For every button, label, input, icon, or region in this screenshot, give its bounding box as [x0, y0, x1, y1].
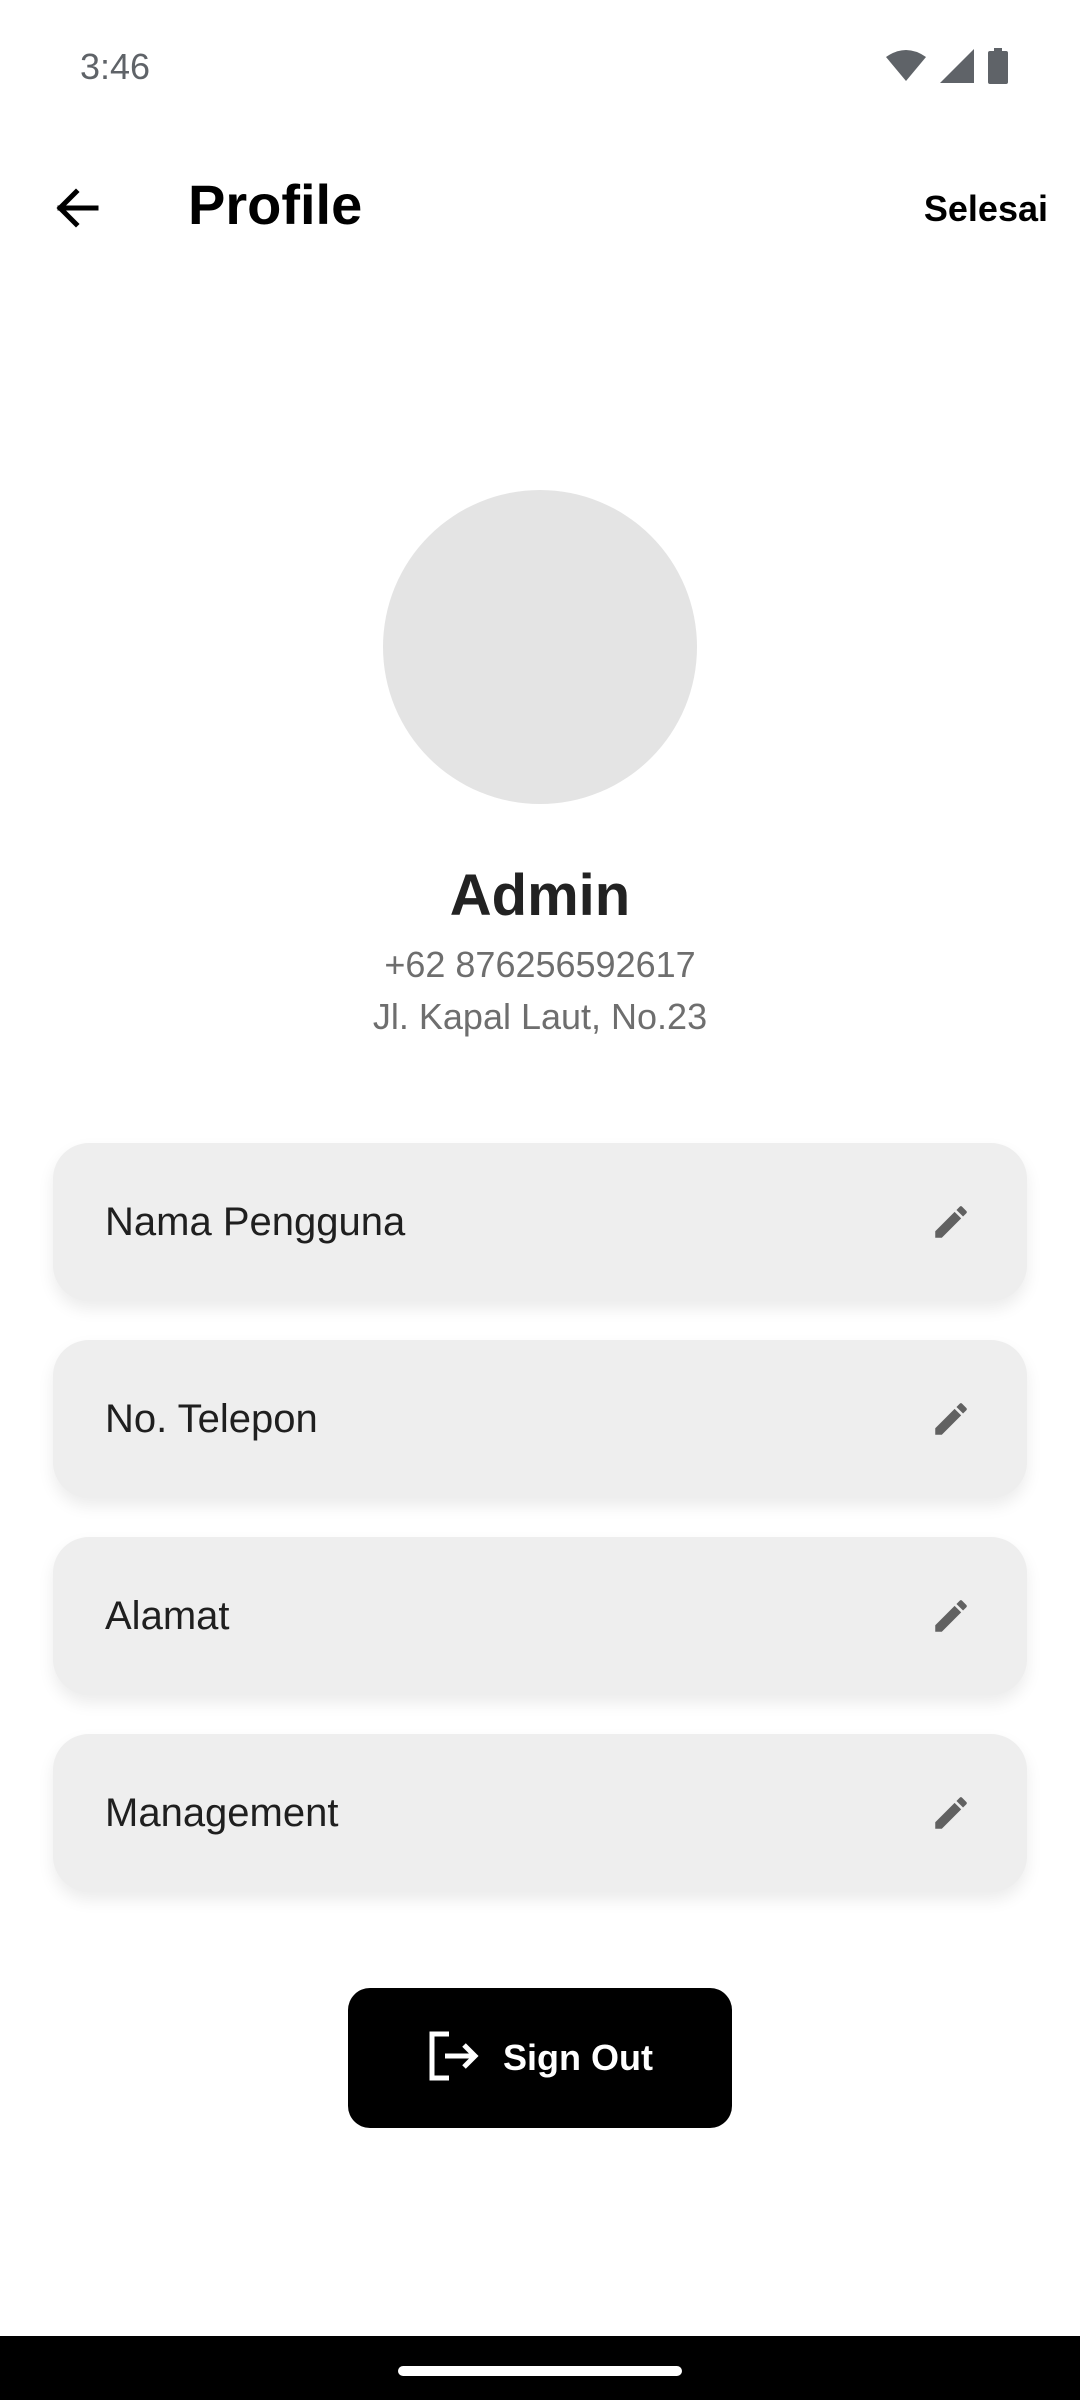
- battery-icon: [988, 48, 1008, 84]
- pencil-icon[interactable]: [927, 1395, 975, 1443]
- sign-out-button[interactable]: Sign Out: [348, 1988, 732, 2128]
- done-button[interactable]: Selesai: [924, 188, 1048, 230]
- field-card-alamat[interactable]: Alamat: [53, 1537, 1027, 1695]
- pencil-icon[interactable]: [927, 1198, 975, 1246]
- back-button[interactable]: [40, 174, 112, 246]
- status-icons: [886, 48, 1008, 84]
- app-bar: Profile Selesai: [0, 150, 1080, 270]
- arrow-left-icon: [52, 184, 100, 237]
- profile-address: Jl. Kapal Laut, No.23: [372, 996, 708, 1037]
- status-time: 3:46: [80, 46, 151, 87]
- wifi-icon: [886, 49, 926, 83]
- field-card-nama-pengguna[interactable]: Nama Pengguna: [53, 1143, 1027, 1301]
- avatar[interactable]: [383, 490, 697, 804]
- home-indicator[interactable]: [398, 2366, 682, 2376]
- field-card-no-telepon[interactable]: No. Telepon: [53, 1340, 1027, 1498]
- profile-phone: +62 876256592617: [384, 944, 696, 985]
- logout-icon: [427, 2031, 481, 2086]
- pencil-icon[interactable]: [927, 1789, 975, 1837]
- sign-out-label: Sign Out: [503, 2037, 653, 2078]
- field-label: No. Telepon: [105, 1396, 318, 1441]
- field-label: Alamat: [105, 1593, 230, 1638]
- field-label: Nama Pengguna: [105, 1199, 406, 1244]
- signal-icon: [940, 49, 974, 83]
- status-bar: 3:46: [0, 0, 1080, 132]
- page-title: Profile: [188, 173, 363, 236]
- profile-name: Admin: [449, 863, 631, 928]
- field-label: Management: [105, 1790, 339, 1835]
- pencil-icon[interactable]: [927, 1592, 975, 1640]
- field-card-management[interactable]: Management: [53, 1734, 1027, 1892]
